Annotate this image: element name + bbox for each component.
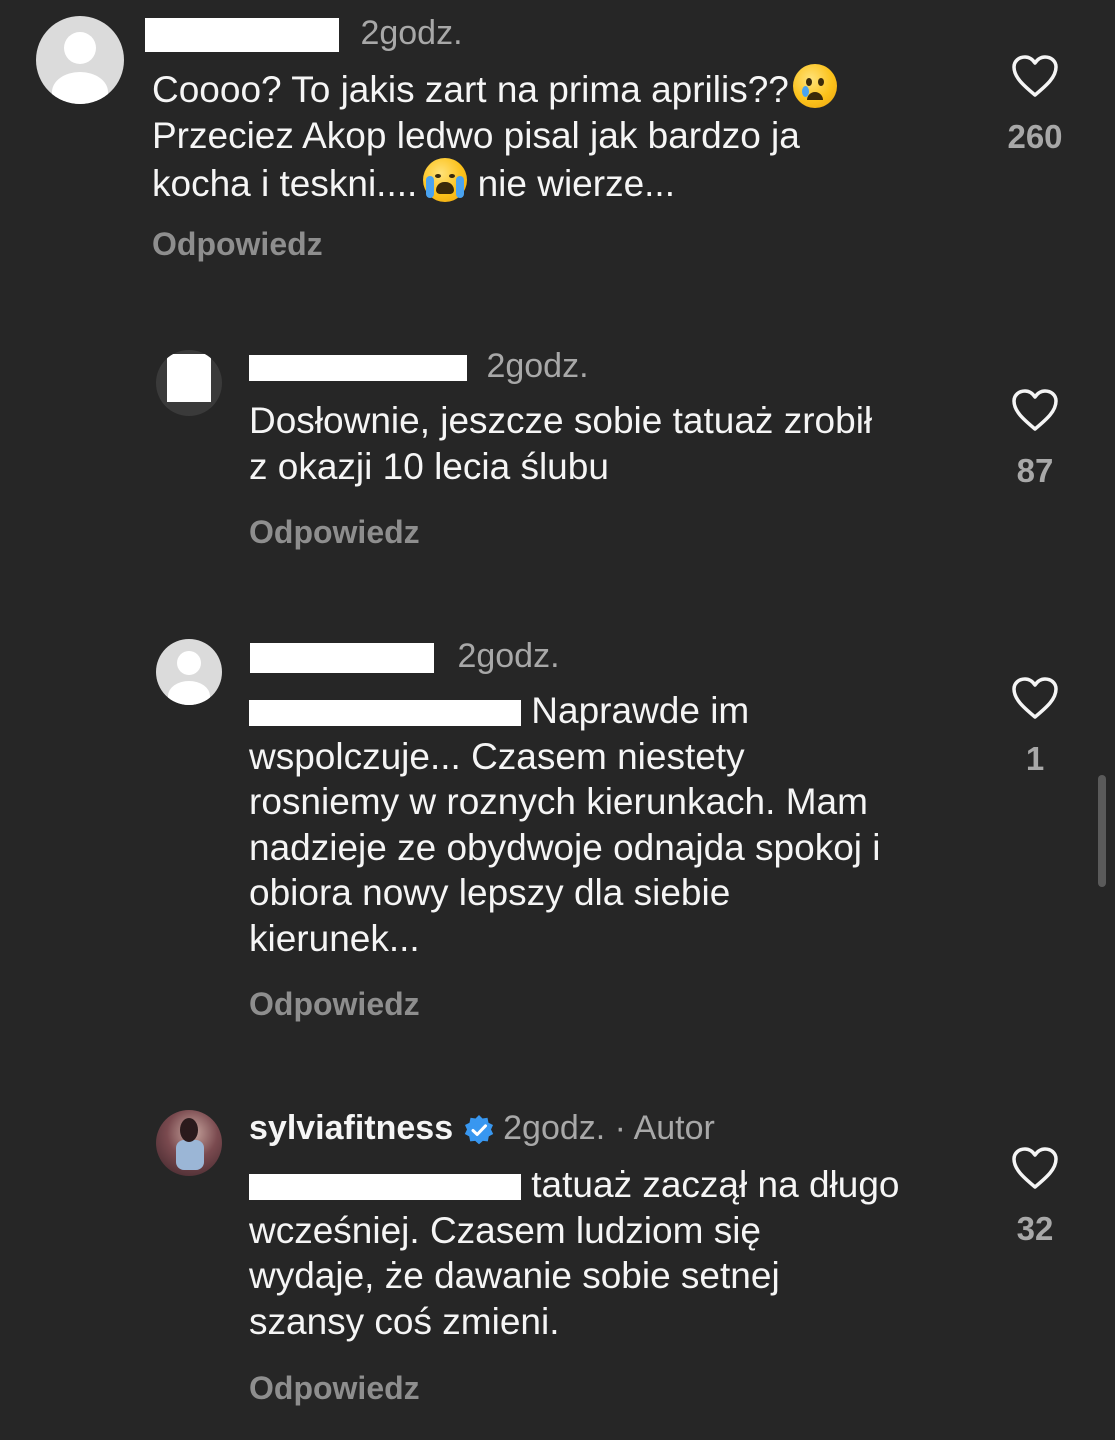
avatar-shoulders-shape [52, 72, 108, 104]
avatar-head-shape [177, 651, 201, 675]
heart-outline-icon [1012, 55, 1058, 97]
comment-text: Coooo? To jakis zart na prima aprilis?? … [152, 64, 952, 207]
comment-3: 2godz. Naprawde im wspolczuje... Czasem … [0, 620, 1115, 1040]
comment-text-first: tatuaż zaczął na długo [521, 1164, 900, 1205]
comment-time: 2godz. [486, 347, 589, 385]
comment-text-line: kocha i teskni.... [152, 163, 418, 204]
comment-text-line: Przeciez Akop ledwo pisal jak bardzo ja [152, 114, 800, 156]
comment-time: 2godz. [457, 637, 560, 675]
comment-2: 2godz. Dosłownie, jeszcze sobie tatuaż z… [0, 330, 1115, 570]
verified-badge-icon [464, 1115, 494, 1145]
comment-time: 2godz. [503, 1109, 606, 1147]
avatar[interactable] [156, 639, 222, 705]
comment-meta: 2godz. [145, 13, 463, 53]
redacted-mention[interactable] [249, 1174, 521, 1201]
like-count: 260 [1007, 118, 1063, 155]
like-button[interactable]: 260 [980, 54, 1090, 156]
avatar-shoulders-shape [168, 681, 210, 705]
comment-meta: 2godz. [249, 346, 589, 386]
author-label: Autor [633, 1109, 715, 1147]
heart-outline-icon [1012, 1147, 1058, 1189]
loudly-crying-face-emoji [423, 158, 468, 202]
like-button[interactable]: 87 [980, 388, 1090, 490]
redacted-mention[interactable] [249, 700, 521, 727]
redacted-username[interactable] [250, 643, 434, 674]
reply-button[interactable]: Odpowiedz [249, 986, 420, 1023]
comment-text: tatuaż zaczął na długo wcześniej. Czasem… [249, 1162, 969, 1344]
username[interactable]: sylviafitness [249, 1109, 453, 1147]
comment-text-line: nie wierze... [467, 163, 675, 204]
comment-text: Naprawde im wspolczuje... Czasem niestet… [249, 688, 969, 961]
reply-button[interactable]: Odpowiedz [249, 514, 420, 551]
avatar-redaction [167, 354, 211, 402]
avatar-hair-shape [180, 1118, 198, 1142]
heart-outline-icon [1012, 677, 1058, 719]
comment-meta: 2godz. [250, 636, 560, 676]
meta-separator: · [614, 1109, 626, 1147]
comment-4: sylviafitness 2godz. · Autor tatuaż zaczą… [0, 1090, 1115, 1440]
like-button[interactable]: 32 [980, 1146, 1090, 1248]
comment-time: 2godz. [360, 14, 463, 52]
comment-text-line: Coooo? To jakis zart na prima aprilis?? [152, 69, 789, 110]
like-count: 87 [1016, 452, 1054, 489]
reply-button[interactable]: Odpowiedz [152, 226, 323, 263]
redacted-username[interactable] [249, 355, 467, 382]
avatar[interactable] [36, 16, 124, 104]
like-button[interactable]: 1 [980, 676, 1090, 778]
comment-text: Dosłownie, jeszcze sobie tatuaż zrobił z… [249, 400, 873, 487]
avatar[interactable] [156, 350, 222, 416]
comment-text-rest: wspolczuje... Czasem niestety rosniemy w… [249, 735, 881, 959]
crying-face-emoji [792, 64, 837, 108]
comment-text-rest: wcześniej. Czasem ludziom się wydaje, że… [249, 1209, 780, 1342]
heart-outline-icon [1012, 389, 1058, 431]
redacted-username[interactable] [145, 18, 339, 53]
avatar-figure-shape [176, 1140, 204, 1170]
scrollbar[interactable] [1098, 775, 1106, 887]
comment-text-first: Naprawde im [521, 690, 750, 731]
reply-button[interactable]: Odpowiedz [249, 1370, 420, 1407]
comment-meta: sylviafitness 2godz. · Autor [249, 1108, 715, 1148]
avatar-head-shape [64, 32, 96, 64]
avatar[interactable] [156, 1110, 222, 1176]
comment-1: 2godz. Coooo? To jakis zart na prima apr… [0, 0, 1115, 280]
like-count: 1 [1025, 740, 1045, 777]
like-count: 32 [1016, 1210, 1054, 1247]
